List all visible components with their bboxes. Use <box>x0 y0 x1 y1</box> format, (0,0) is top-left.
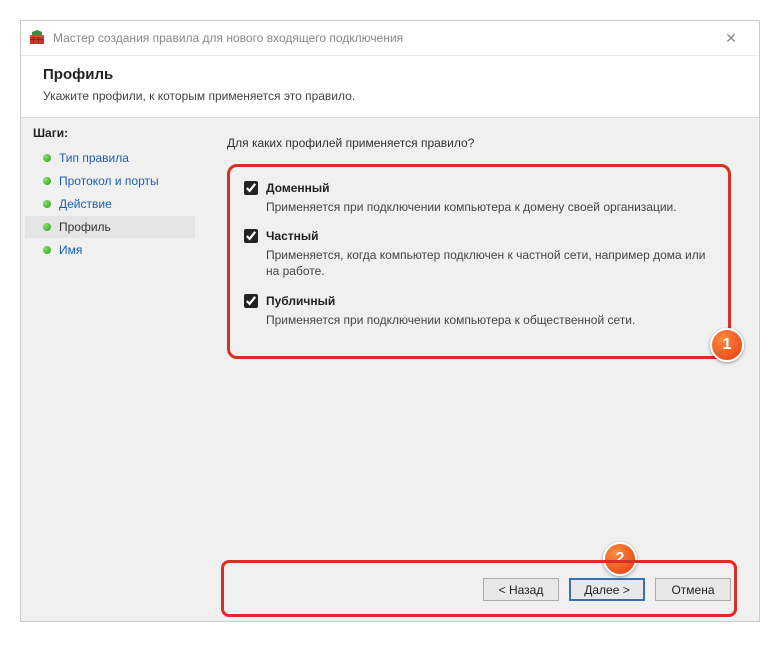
page-subtitle: Укажите профили, к которым применяется э… <box>43 89 737 103</box>
page-title: Профиль <box>43 66 737 83</box>
page-header: Профиль Укажите профили, к которым приме… <box>21 56 759 117</box>
titlebar: Мастер создания правила для нового входя… <box>21 21 759 56</box>
main-panel: Для каких профилей применяется правило? … <box>199 118 759 621</box>
step-bullet-icon <box>43 246 51 254</box>
step-bullet-icon <box>43 223 51 231</box>
wizard-window: Мастер создания правила для нового входя… <box>20 20 760 622</box>
step-bullet-icon <box>43 200 51 208</box>
step-name[interactable]: Имя <box>25 239 195 261</box>
step-label: Тип правила <box>59 151 129 165</box>
step-label: Имя <box>59 243 82 257</box>
option-public-row[interactable]: Публичный <box>244 294 712 308</box>
cancel-button[interactable]: Отмена <box>655 578 731 601</box>
close-button[interactable]: ✕ <box>711 30 751 47</box>
steps-header: Шаги: <box>21 122 199 146</box>
option-private: Частный Применяется, когда компьютер под… <box>244 229 712 279</box>
step-label: Протокол и порты <box>59 174 159 188</box>
step-rule-type[interactable]: Тип правила <box>25 147 195 169</box>
option-domain-desc: Применяется при подключении компьютера к… <box>266 199 712 215</box>
button-bar: 2 < Назад Далее > Отмена <box>227 566 731 611</box>
option-public-label: Публичный <box>266 294 335 308</box>
steps-sidebar: Шаги: Тип правила Протокол и порты Дейст… <box>21 118 199 621</box>
step-bullet-icon <box>43 154 51 162</box>
option-domain-row[interactable]: Доменный <box>244 181 712 195</box>
step-profile[interactable]: Профиль <box>25 216 195 238</box>
checkbox-domain[interactable] <box>244 181 258 195</box>
annotation-badge-1: 1 <box>710 328 744 362</box>
checkbox-private[interactable] <box>244 229 258 243</box>
step-protocol-ports[interactable]: Протокол и порты <box>25 170 195 192</box>
option-domain-label: Доменный <box>266 181 330 195</box>
step-action[interactable]: Действие <box>25 193 195 215</box>
option-public-desc: Применяется при подключении компьютера к… <box>266 312 712 328</box>
step-label: Профиль <box>59 220 111 234</box>
next-button[interactable]: Далее > <box>569 578 645 601</box>
profile-options-group: Доменный Применяется при подключении ком… <box>227 164 731 359</box>
back-button[interactable]: < Назад <box>483 578 559 601</box>
body: Шаги: Тип правила Протокол и порты Дейст… <box>21 117 759 621</box>
option-private-row[interactable]: Частный <box>244 229 712 243</box>
question-text: Для каких профилей применяется правило? <box>227 136 731 150</box>
next-button-highlight: Далее > <box>569 578 645 601</box>
annotation-badge-2: 2 <box>603 542 637 576</box>
step-bullet-icon <box>43 177 51 185</box>
firewall-icon <box>29 30 45 46</box>
option-private-desc: Применяется, когда компьютер подключен к… <box>266 247 712 279</box>
option-private-label: Частный <box>266 229 319 243</box>
option-public: Публичный Применяется при подключении ко… <box>244 294 712 328</box>
step-label: Действие <box>59 197 112 211</box>
checkbox-public[interactable] <box>244 294 258 308</box>
window-title: Мастер создания правила для нового входя… <box>53 31 711 45</box>
option-domain: Доменный Применяется при подключении ком… <box>244 181 712 215</box>
